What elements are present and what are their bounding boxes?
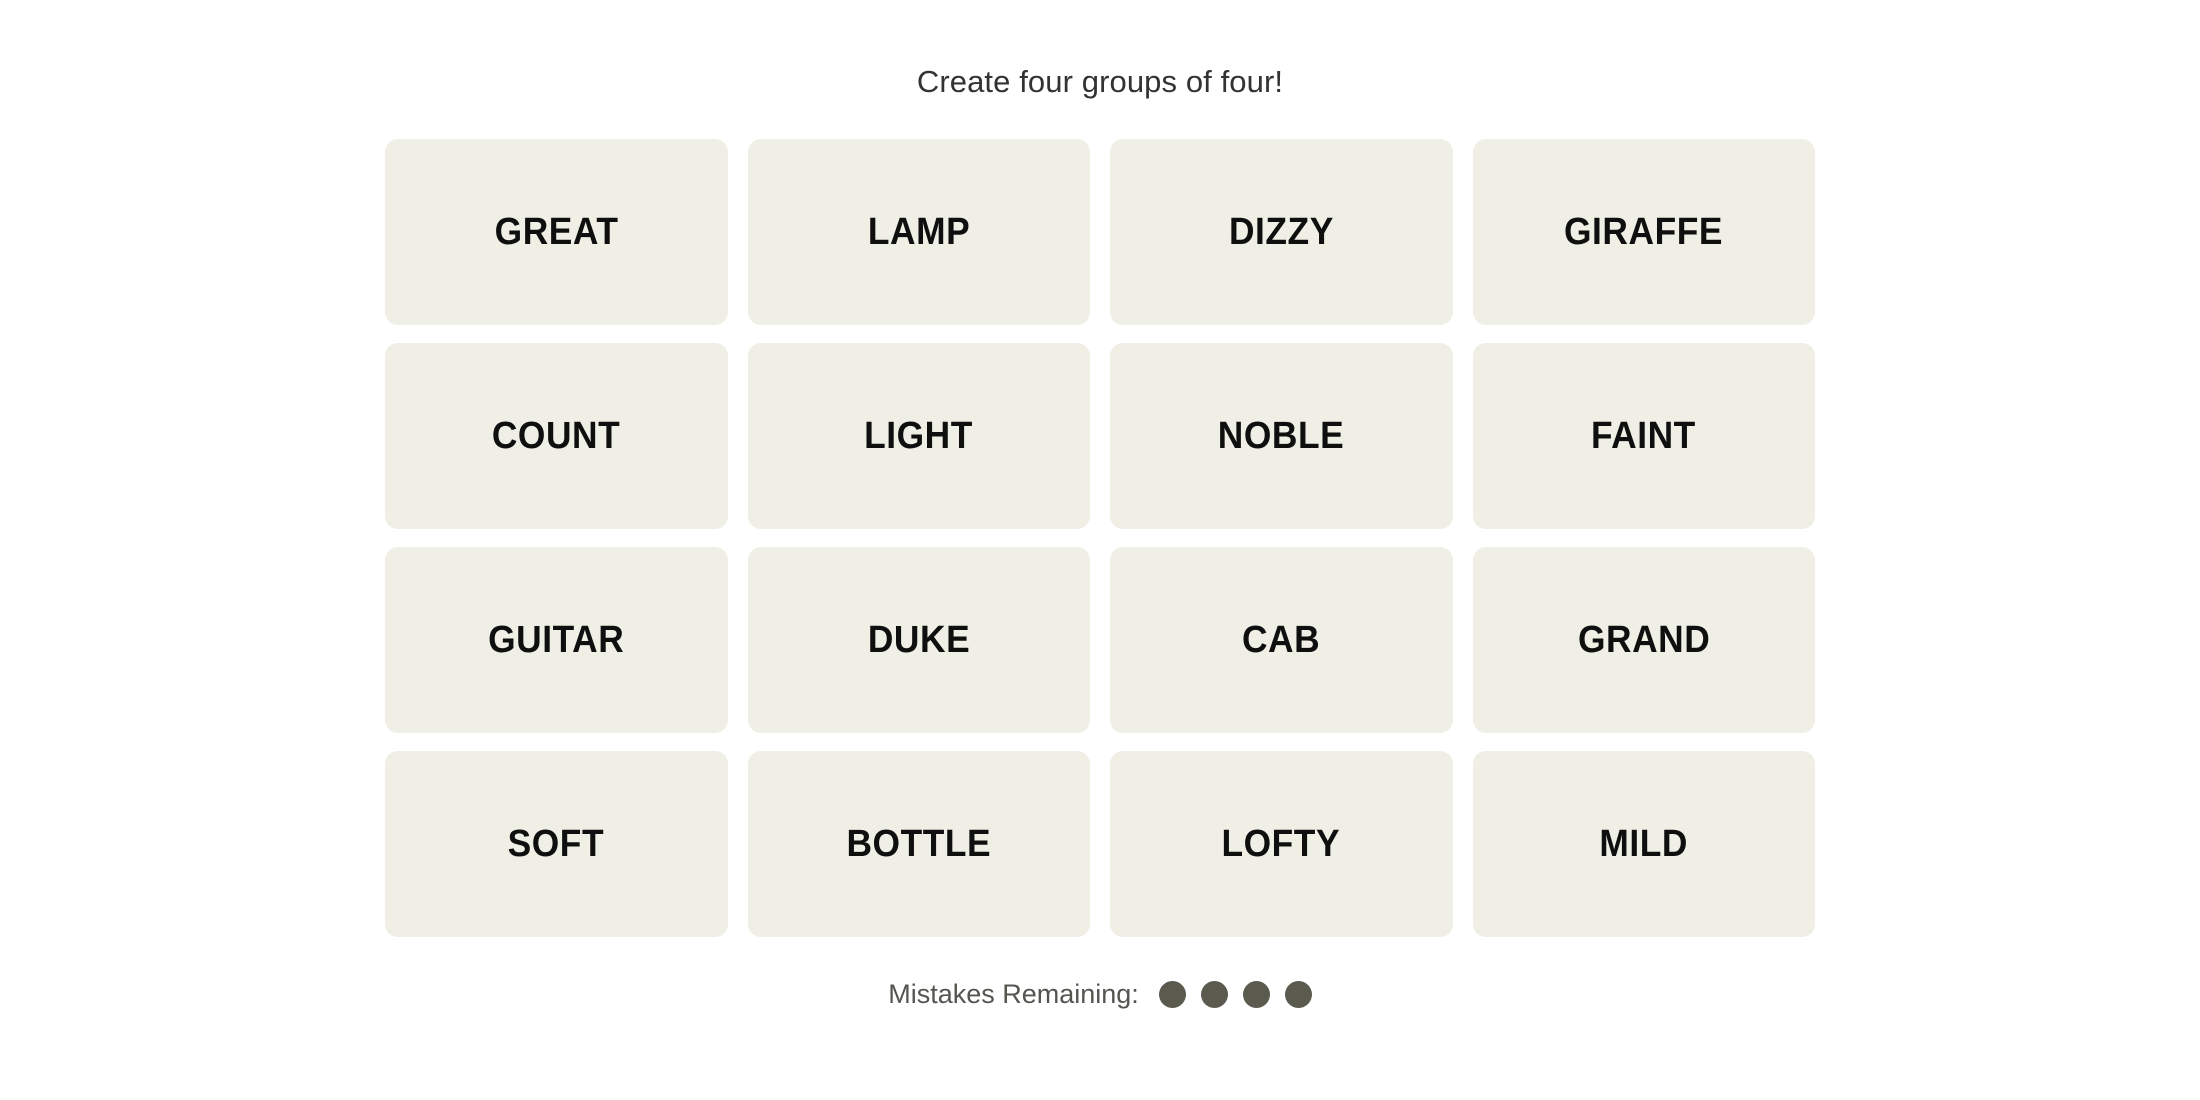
- word-tile[interactable]: SOFT: [385, 751, 728, 937]
- word-tile-label: COUNT: [492, 415, 621, 457]
- word-tile[interactable]: LIGHT: [747, 343, 1090, 529]
- mistake-dot-group: [1158, 981, 1312, 1008]
- word-tile[interactable]: NOBLE: [1110, 343, 1453, 529]
- word-tile[interactable]: DUKE: [747, 547, 1090, 733]
- word-tile[interactable]: LAMP: [747, 139, 1090, 325]
- word-tile[interactable]: LOFTY: [1110, 751, 1453, 937]
- word-tile-label: NOBLE: [1218, 415, 1345, 457]
- word-tile-label: LOFTY: [1221, 823, 1341, 865]
- word-tile-label: DUKE: [867, 619, 970, 661]
- word-tile-label: BOTTLE: [846, 823, 992, 865]
- word-tile[interactable]: FAINT: [1472, 343, 1815, 529]
- word-tile-label: FAINT: [1591, 415, 1697, 457]
- word-tile[interactable]: CAB: [1110, 547, 1453, 733]
- page-title: Create four groups of four!: [916, 64, 1284, 99]
- word-tile[interactable]: GIRAFFE: [1472, 139, 1815, 325]
- word-tile[interactable]: MILD: [1472, 751, 1815, 937]
- word-tile-label: CAB: [1242, 619, 1321, 661]
- word-tile-label: GREAT: [494, 211, 619, 253]
- word-tile[interactable]: GRAND: [1472, 547, 1815, 733]
- word-tile-label: SOFT: [508, 823, 605, 865]
- mistakes-remaining-label: Mistakes Remaining:: [888, 979, 1139, 1009]
- word-tile[interactable]: COUNT: [385, 343, 728, 529]
- connections-game-board: Create four groups of four! GREAT LAMP D…: [0, 0, 2200, 1100]
- word-tile-label: GIRAFFE: [1564, 211, 1724, 253]
- mistake-dot-icon: [1158, 981, 1186, 1008]
- word-tile-grid: GREAT LAMP DIZZY GIRAFFE COUNT LIGHT NOB…: [385, 139, 1815, 937]
- word-tile[interactable]: GUITAR: [385, 547, 728, 733]
- word-tile[interactable]: BOTTLE: [747, 751, 1090, 937]
- word-tile-label: MILD: [1599, 823, 1689, 865]
- word-tile[interactable]: DIZZY: [1110, 139, 1453, 325]
- word-tile-label: GRAND: [1577, 619, 1710, 661]
- word-tile[interactable]: GREAT: [385, 139, 728, 325]
- word-tile-label: LAMP: [867, 211, 970, 253]
- word-tile-label: GUITAR: [488, 619, 625, 661]
- mistake-dot-icon: [1242, 981, 1270, 1008]
- mistakes-remaining-bar: Mistakes Remaining:: [888, 981, 1312, 1008]
- word-tile-label: LIGHT: [864, 415, 974, 457]
- mistake-dot-icon: [1200, 981, 1228, 1008]
- word-tile-label: DIZZY: [1228, 211, 1334, 253]
- mistake-dot-icon: [1284, 981, 1312, 1008]
